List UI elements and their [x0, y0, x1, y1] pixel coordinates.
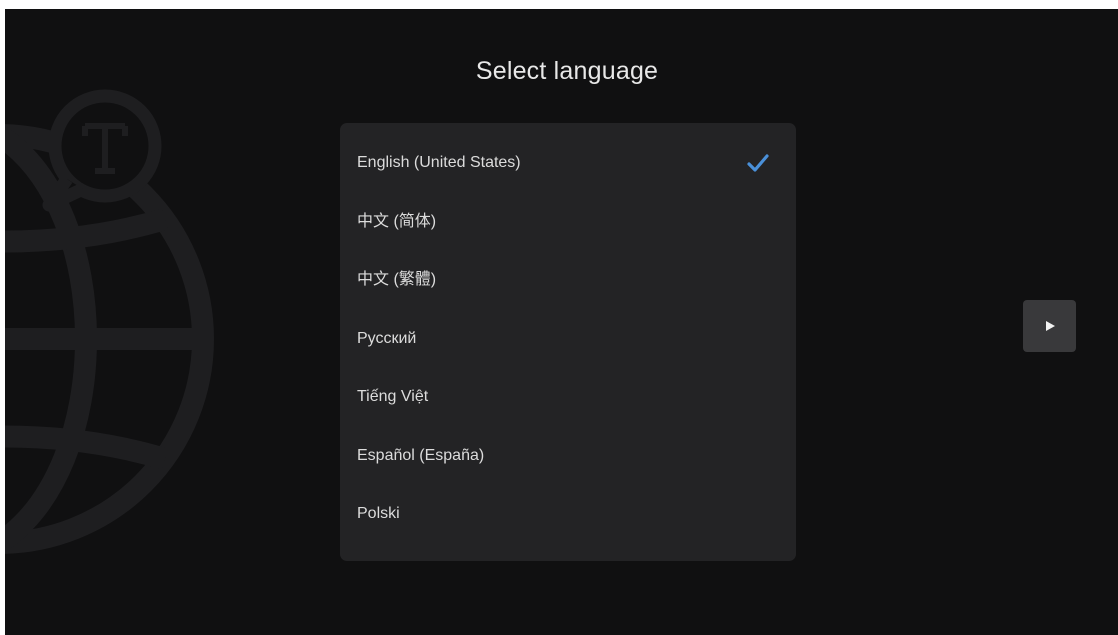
language-label: Español (España): [357, 446, 485, 464]
language-label: 中文 (繁體): [357, 271, 437, 288]
page-title: Select language: [475, 57, 659, 85]
language-list-panel: English (United States) 中文 (简体) 中文 (繁體) …: [340, 123, 796, 561]
checkmark-icon: [747, 154, 769, 172]
language-option-chinese-traditional[interactable]: 中文 (繁體): [340, 251, 796, 310]
language-option-chinese-simplified[interactable]: 中文 (简体): [340, 193, 796, 252]
language-option-english-us[interactable]: English (United States): [340, 134, 796, 193]
language-label: Tiếng Việt: [357, 388, 429, 405]
language-option-russian[interactable]: Русский: [340, 310, 796, 369]
language-label: Polski: [357, 505, 400, 522]
language-label: English (United States): [357, 154, 521, 171]
next-button[interactable]: [1023, 300, 1076, 352]
language-list: English (United States) 中文 (简体) 中文 (繁體) …: [340, 134, 796, 544]
play-arrow-icon: [1045, 321, 1055, 331]
language-option-polish[interactable]: Polski: [340, 485, 796, 544]
globe-translate-icon: [5, 89, 214, 554]
language-setup-screen: Select language English (United States) …: [5, 9, 1118, 635]
language-option-spanish-spain[interactable]: Español (España): [340, 427, 796, 486]
language-label: 中文 (简体): [357, 212, 437, 230]
language-label: Русский: [357, 329, 417, 347]
language-option-vietnamese[interactable]: Tiếng Việt: [340, 368, 796, 427]
